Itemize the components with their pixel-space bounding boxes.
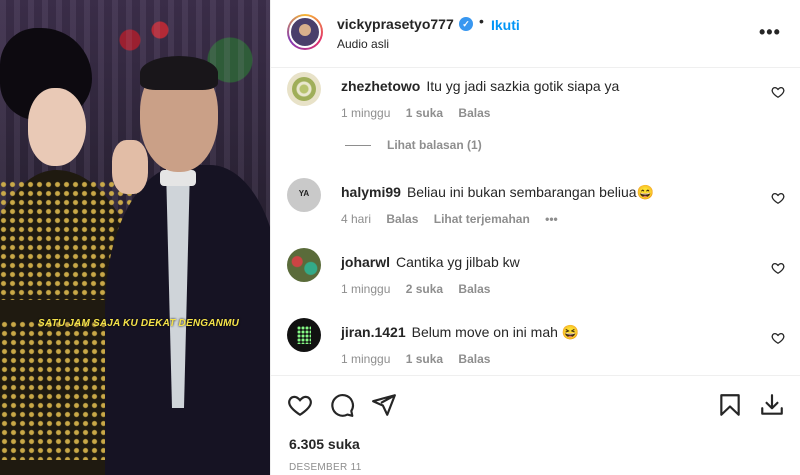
commenter-avatar[interactable] bbox=[287, 72, 321, 106]
comment-time[interactable]: 1 minggu bbox=[341, 282, 390, 296]
commenter-username[interactable]: jiran.1421 bbox=[341, 324, 406, 340]
reply-button[interactable]: Balas bbox=[386, 212, 418, 226]
comment-likes[interactable]: 2 suka bbox=[406, 282, 443, 296]
follow-button[interactable]: Ikuti bbox=[491, 17, 520, 33]
video-embroidery bbox=[0, 320, 120, 460]
video-caption: SATU JAM SAJA KU DEKAT DENGANMU bbox=[38, 318, 240, 329]
comment-item: joharwl Cantika yg jilbab kw 1 minggu 2 s… bbox=[271, 248, 800, 318]
comment-icon[interactable] bbox=[329, 392, 355, 418]
comment-meta: 4 hari Balas Lihat terjemahan ••• bbox=[341, 212, 570, 226]
post-header: vickyprasetyo777 ✓ • Ikuti Audio asli ••… bbox=[271, 0, 800, 68]
bookmark-icon[interactable] bbox=[717, 392, 743, 418]
commenter-username[interactable]: zhezhetowo bbox=[341, 78, 420, 94]
reply-button[interactable]: Balas bbox=[458, 282, 490, 296]
commenter-avatar[interactable] bbox=[287, 248, 321, 282]
comment-time[interactable]: 1 minggu bbox=[341, 352, 390, 366]
comment-text: Cantika yg jilbab kw bbox=[396, 254, 520, 270]
post-actions: 6.305 suka DESEMBER 11 bbox=[271, 375, 800, 475]
reply-button[interactable]: Balas bbox=[458, 352, 490, 366]
heart-icon[interactable] bbox=[287, 392, 313, 418]
commenter-username[interactable]: joharwl bbox=[341, 254, 390, 270]
comment-text: Itu yg jadi sazkia gotik siapa ya bbox=[426, 78, 620, 94]
commenter-username[interactable]: halymi99 bbox=[341, 184, 401, 200]
comment-meta: 1 minggu 1 suka Balas bbox=[341, 106, 502, 120]
comment-likes[interactable]: 1 suka bbox=[406, 352, 443, 366]
comment-like-heart-icon[interactable] bbox=[771, 331, 785, 345]
comment-text: Belum move on ini mah 😆 bbox=[411, 324, 580, 340]
comment-content: joharwl Cantika yg jilbab kw bbox=[341, 254, 520, 270]
comment-content: jiran.1421 Belum move on ini mah 😆 bbox=[341, 324, 579, 341]
commenter-avatar[interactable] bbox=[287, 178, 321, 212]
comment-item: halymi99 Beliau ini bukan sembarangan bel… bbox=[271, 178, 800, 248]
comment-content: halymi99 Beliau ini bukan sembarangan bel… bbox=[341, 184, 654, 201]
comment-like-heart-icon[interactable] bbox=[771, 191, 785, 205]
comment-content: zhezhetowo Itu yg jadi sazkia gotik siapa… bbox=[341, 78, 619, 94]
comment-text: Beliau ini bukan sembarangan beliua😄 bbox=[406, 184, 654, 200]
comment-time[interactable]: 1 minggu bbox=[341, 106, 390, 120]
comment-like-heart-icon[interactable] bbox=[771, 85, 785, 99]
comment-meta: 1 minggu 1 suka Balas bbox=[341, 352, 502, 366]
comments-list: zhezhetowo Itu yg jadi sazkia gotik siapa… bbox=[271, 68, 800, 374]
view-replies-button[interactable]: Lihat balasan (1) bbox=[345, 138, 482, 152]
author-username[interactable]: vickyprasetyo777 bbox=[337, 16, 454, 32]
comment-item: jiran.1421 Belum move on ini mah 😆 1 ming… bbox=[271, 318, 800, 374]
header-separator: • bbox=[479, 13, 484, 29]
reply-button[interactable]: Balas bbox=[458, 106, 490, 120]
comment-likes[interactable]: 1 suka bbox=[406, 106, 443, 120]
verified-badge-icon: ✓ bbox=[459, 17, 473, 31]
video-person-tie bbox=[160, 170, 196, 186]
comment-item: zhezhetowo Itu yg jadi sazkia gotik siapa… bbox=[271, 72, 800, 142]
post-date: DESEMBER 11 bbox=[289, 462, 362, 473]
audio-link[interactable]: Audio asli bbox=[337, 37, 389, 51]
video-person-face bbox=[28, 88, 86, 166]
post-video[interactable]: SATU JAM SAJA KU DEKAT DENGANMU bbox=[0, 0, 270, 475]
more-options-icon[interactable]: ••• bbox=[759, 22, 781, 43]
view-replies-label: Lihat balasan (1) bbox=[387, 138, 482, 152]
video-person-hair bbox=[140, 56, 218, 90]
comment-like-heart-icon[interactable] bbox=[771, 261, 785, 275]
video-person-hand bbox=[112, 140, 148, 194]
replies-divider bbox=[345, 145, 371, 147]
author-avatar[interactable] bbox=[287, 14, 323, 50]
commenter-avatar[interactable] bbox=[287, 318, 321, 352]
download-icon[interactable] bbox=[759, 392, 785, 418]
comment-options-icon[interactable]: ••• bbox=[545, 212, 558, 226]
post-panel: vickyprasetyo777 ✓ • Ikuti Audio asli ••… bbox=[270, 0, 800, 475]
likes-count[interactable]: 6.305 suka bbox=[289, 436, 360, 452]
translate-button[interactable]: Lihat terjemahan bbox=[434, 212, 530, 226]
comment-meta: 1 minggu 2 suka Balas bbox=[341, 282, 502, 296]
share-icon[interactable] bbox=[371, 392, 397, 418]
comment-time[interactable]: 4 hari bbox=[341, 212, 371, 226]
